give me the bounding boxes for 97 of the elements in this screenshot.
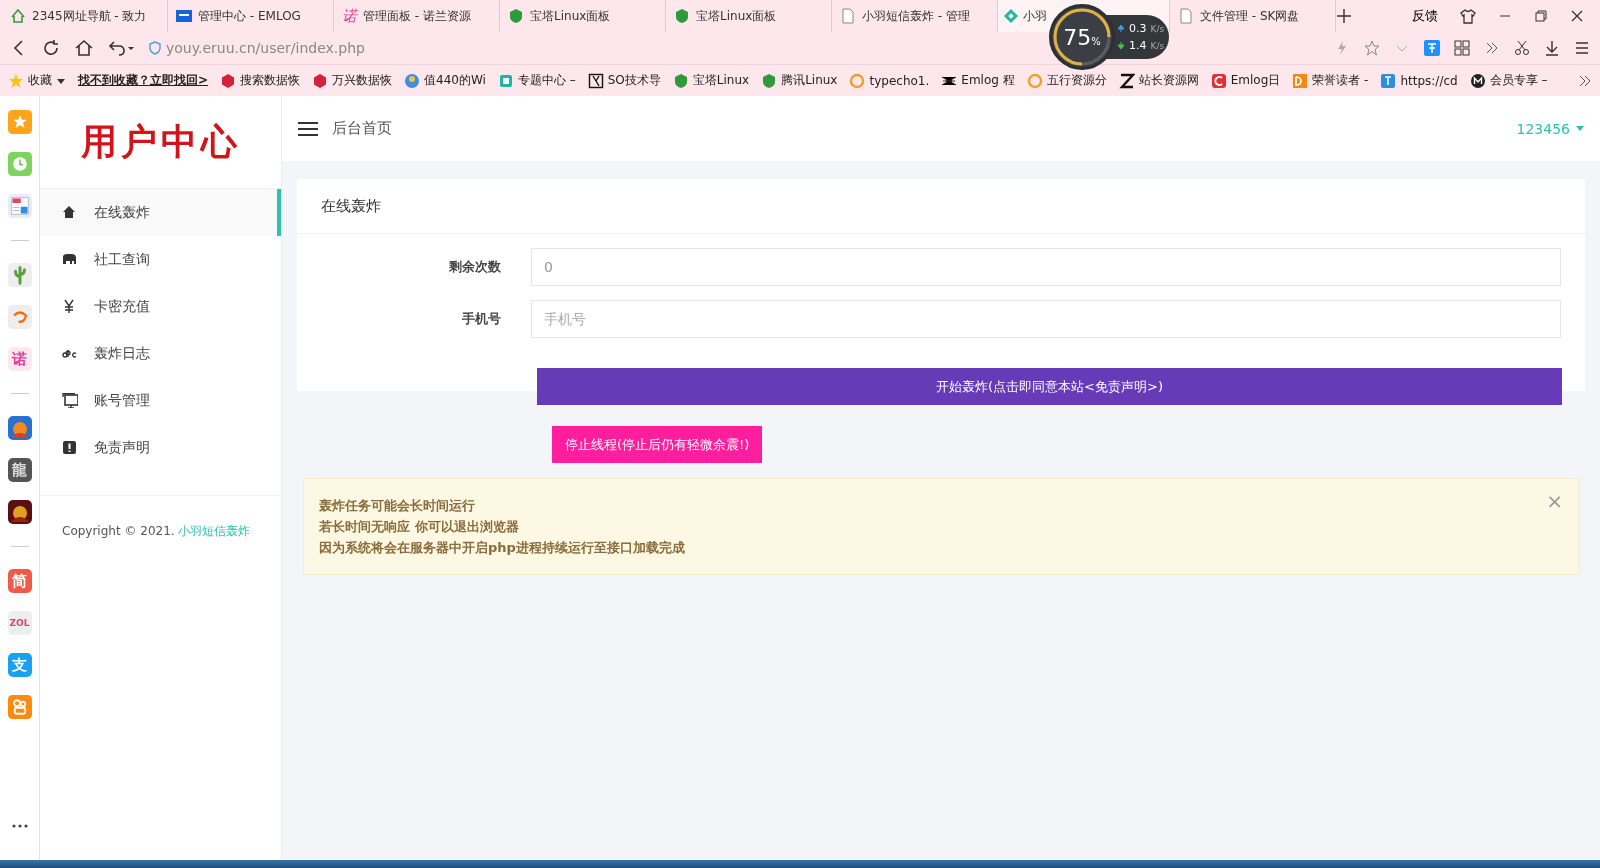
star-icon[interactable] — [1364, 40, 1380, 56]
z-icon — [1118, 72, 1135, 89]
nuo-icon: 诺 — [342, 6, 357, 26]
field-label: 手机号 — [461, 310, 502, 328]
globe-icon — [404, 72, 421, 89]
download-arrow-icon — [1117, 41, 1125, 50]
browser-tab[interactable]: 宝塔Linux面板 — [500, 0, 666, 32]
close-icon[interactable] — [1570, 9, 1584, 23]
input-field[interactable]: 手机号 — [531, 300, 1561, 338]
bookmark[interactable]: 站长资源网 — [1118, 72, 1199, 89]
favorites-menu[interactable]: 收藏 — [8, 72, 66, 89]
ring-icon — [1026, 72, 1043, 89]
bookmark[interactable]: 五行资源分 — [1026, 72, 1107, 89]
home-icon — [62, 205, 78, 220]
square-logo-icon — [1380, 72, 1397, 89]
alert-icon — [62, 440, 78, 455]
percent-text: 75 — [1063, 24, 1092, 50]
speed-unit: K/s — [1150, 40, 1165, 51]
swirl-app-icon[interactable] — [7, 305, 32, 329]
bookmark[interactable]: Emlog 程 — [941, 72, 1015, 89]
cactus-app-icon[interactable] — [7, 263, 32, 287]
undo-icon[interactable] — [108, 39, 134, 57]
browser-tab[interactable]: 文件管理 - SK网盘 — [1170, 0, 1336, 32]
bookmark[interactable]: 宝塔Linux — [672, 72, 750, 89]
bookmark[interactable]: Emlog日 — [1210, 72, 1281, 89]
shield-icon — [672, 72, 689, 89]
document-app-icon[interactable] — [7, 194, 32, 218]
copyright-text: Copyright © 2021. 小羽短信轰炸 — [40, 495, 281, 543]
alert-text: 因为系统将会在服务器中开启php进程持续运行至接口加载完成 — [319, 539, 685, 557]
star-app-icon[interactable] — [7, 110, 32, 134]
ring-gauge-icon — [1052, 7, 1112, 67]
start-button[interactable]: 开始轰炸(点击即同意本站<免责声明>) — [537, 368, 1562, 405]
page-icon — [1178, 8, 1194, 24]
browser-tab[interactable]: 管理中心 - EMLOG — [168, 0, 334, 32]
speed-value: 0.3 — [1129, 22, 1147, 35]
sidebar-item[interactable]: 轰炸日志 — [40, 330, 281, 377]
m-badge-icon — [1469, 72, 1486, 89]
sidebar-item[interactable]: 在线轰炸 — [40, 189, 281, 236]
star-icon — [8, 72, 24, 89]
grid-icon[interactable] — [1454, 40, 1470, 56]
restore-icon[interactable] — [1534, 9, 1548, 23]
browser-tab[interactable]: 宝塔Linux面板 — [666, 0, 832, 32]
shield-icon — [508, 8, 524, 24]
stop-button[interactable]: 停止线程(停止后仍有轻微余震!) — [552, 426, 763, 463]
scissors-icon[interactable] — [1514, 40, 1530, 56]
alert-text: 若长时间无响应 你可以退出浏览器 — [319, 518, 519, 536]
bookmark[interactable]: 搜索数据恢 — [220, 72, 301, 89]
house-icon — [10, 8, 26, 24]
percent-sign: % — [1091, 35, 1101, 47]
alert-text: 轰炸任务可能会长时间运行 — [319, 497, 475, 515]
bookmark[interactable]: 专题中心 – — [497, 72, 576, 89]
c-icon — [1210, 72, 1227, 89]
double-chevron-icon[interactable] — [1578, 73, 1592, 88]
bookmark[interactable]: 腾讯Linux — [761, 72, 838, 89]
bookmark[interactable]: 荣誉读者 - — [1292, 72, 1369, 89]
sidebar-item[interactable]: 免责声明 — [40, 424, 281, 471]
field-label: 剩余次数 — [448, 258, 502, 276]
monitor-icon — [62, 393, 78, 408]
shield-icon — [761, 72, 778, 89]
recover-link[interactable]: 找不到收藏？立即找回> — [78, 72, 209, 89]
elephant-icon — [62, 252, 78, 267]
hexagon-icon — [220, 72, 237, 89]
shirt-icon[interactable] — [1460, 8, 1476, 24]
app-icon[interactable]: 龍 — [7, 458, 32, 482]
bookmark[interactable]: SO技术导 — [587, 72, 661, 89]
sidebar-item[interactable]: 卡密充值 — [40, 283, 281, 330]
shield-icon — [148, 41, 162, 55]
browser-tab[interactable]: 诺 管理面板 - 诺兰资源 — [334, 0, 500, 32]
bookmark[interactable]: 会员专享 – — [1469, 72, 1548, 89]
speed-unit: K/s — [1150, 23, 1165, 34]
more-icon[interactable] — [11, 824, 28, 828]
speed-value: 1.4 — [1129, 39, 1147, 52]
page-icon — [840, 8, 856, 24]
bookmark[interactable]: 值440的Wi — [404, 72, 486, 89]
browser-tab[interactable]: 2345网址导航 - 致力 — [2, 0, 168, 32]
sidebar-item[interactable]: 社工查询 — [40, 236, 281, 283]
shield-icon — [674, 8, 690, 24]
hexagon-icon — [312, 72, 329, 89]
dy-icon — [1292, 72, 1309, 89]
new-tab-icon[interactable] — [1336, 8, 1352, 24]
double-chevron-icon[interactable] — [1484, 40, 1500, 56]
reload-icon[interactable] — [42, 39, 60, 57]
caret-icon — [1576, 126, 1584, 131]
bookmark[interactable]: 万兴数据恢 — [312, 72, 393, 89]
sidebar-item[interactable]: 账号管理 — [40, 377, 281, 424]
download-icon[interactable] — [1544, 40, 1560, 56]
bookmark[interactable]: typecho1. — [849, 72, 930, 89]
ring-icon — [849, 72, 866, 89]
bookmark[interactable]: https://cd — [1380, 72, 1458, 89]
home-icon[interactable] — [74, 39, 94, 57]
page-title: 后台首页 — [332, 119, 392, 138]
card-title: 在线轰炸 — [297, 179, 1585, 234]
menu-icon[interactable] — [298, 120, 318, 137]
feedback-link[interactable]: 反馈 — [1412, 7, 1438, 25]
upload-arrow-icon — [1117, 24, 1125, 33]
translate-icon[interactable] — [1424, 40, 1440, 56]
square-icon — [497, 72, 514, 89]
